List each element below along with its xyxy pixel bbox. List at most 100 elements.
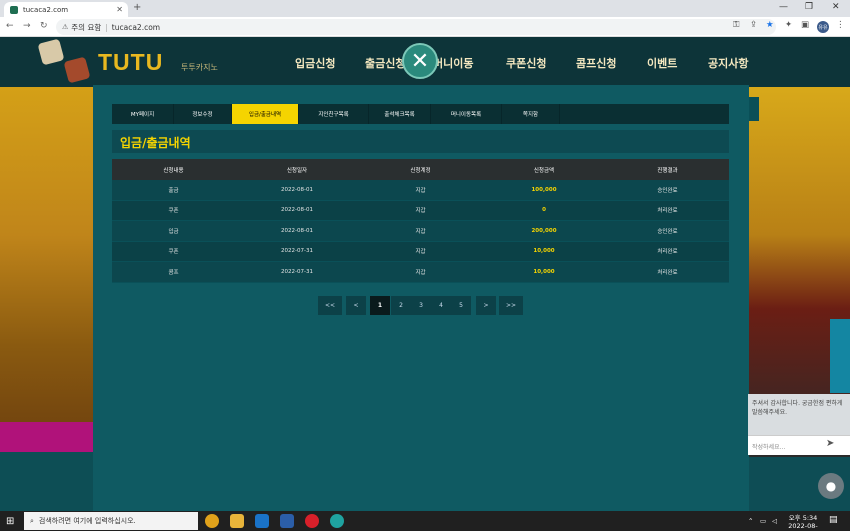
site-logo-sub: 투투카지노 <box>181 63 218 72</box>
table-cell: 지갑 <box>415 208 426 215</box>
table-cell-amount: 100,000 <box>531 186 557 193</box>
panel-side-tab <box>749 97 759 121</box>
search-placeholder: 검색하려면 여기에 입력하십시오. <box>38 517 136 525</box>
table-cell: 승인완료 <box>657 228 678 235</box>
table-cell: 승인완료 <box>657 187 678 194</box>
page-button-5[interactable]: 5 <box>451 296 471 315</box>
table-row: 쿠폰 2022-07-31 지갑 10,000 처리완료 <box>112 241 729 262</box>
column-header: 신청일자 <box>286 167 308 174</box>
left-bottom-bg <box>0 452 95 511</box>
store-icon[interactable] <box>280 514 294 528</box>
page-button-2[interactable]: 2 <box>391 296 411 315</box>
os-taskbar: ⊞ ⌕ 검색하려면 여기에 입력하십시오. ⌃ ▭ ◁ 오후 5:34 2022… <box>0 511 850 531</box>
table-cell: 지갑 <box>415 269 426 276</box>
table-cell: 쿠폰 <box>168 249 179 256</box>
bookmark-star-icon[interactable]: ★ <box>766 20 774 30</box>
edge-icon[interactable] <box>330 514 344 528</box>
browser-tabstrip: tucaca2.com ✕ + — ❐ ✕ <box>0 0 850 17</box>
windows-start-icon[interactable]: ⊞ <box>6 516 14 527</box>
share-icon[interactable]: ⇪ <box>750 20 757 30</box>
subtab-attendance[interactable]: 출석체크목록 <box>369 104 431 124</box>
send-icon[interactable]: ➤ <box>826 438 834 449</box>
table-cell: 처리완료 <box>657 269 678 276</box>
table-row: 콤프 2022-07-31 지갑 10,000 처리완료 <box>112 262 729 283</box>
chat-input[interactable]: 작성하세요... <box>748 435 850 455</box>
menu-icon[interactable]: ⋮ <box>836 20 845 30</box>
new-tab-button[interactable]: + <box>133 2 141 13</box>
nav-event[interactable]: 이벤트 <box>647 55 677 71</box>
file-explorer-icon[interactable] <box>230 514 244 528</box>
volume-icon[interactable]: ◁ <box>772 517 777 525</box>
subtab-friends[interactable]: 지인친구목록 <box>299 104 369 124</box>
subtab-messages[interactable]: 쪽지함 <box>502 104 560 124</box>
profile-avatar[interactable]: 유유 <box>817 21 829 33</box>
page-button-1[interactable]: 1 <box>370 296 390 315</box>
left-pink-strip <box>0 422 95 452</box>
opera-icon[interactable] <box>305 514 319 528</box>
subtab-transactions[interactable]: 입금/출금내역 <box>232 104 299 124</box>
table-cell: 지갑 <box>415 187 426 194</box>
url-text: tucaca2.com <box>111 22 161 32</box>
table-cell: 2022-07-31 <box>281 268 313 275</box>
tab-title: tucaca2.com <box>23 5 69 14</box>
page-next-button[interactable]: > <box>476 296 496 315</box>
page-button-4[interactable]: 4 <box>431 296 451 315</box>
subtab-money-transfer[interactable]: 머니이동목록 <box>431 104 502 124</box>
page-button-3[interactable]: 3 <box>411 296 431 315</box>
tab-close-icon[interactable]: ✕ <box>116 5 123 14</box>
nav-comp[interactable]: 콤프신청 <box>576 55 616 71</box>
table-cell: 2022-07-31 <box>281 248 313 255</box>
mail-icon[interactable] <box>255 514 269 528</box>
table-cell: 입금 <box>168 228 179 235</box>
search-icon: ⌕ <box>30 516 34 525</box>
warning-icon[interactable]: ⚠ <box>62 23 68 31</box>
column-header: 진행결과 <box>657 167 678 174</box>
chrome-icon[interactable] <box>205 514 219 528</box>
extensions-icon[interactable]: ✦ <box>785 20 792 30</box>
mypage-subnav: MY페이지 정보수정 입금/출금내역 지인친구목록 출석체크목록 머니이동목록 … <box>112 104 729 124</box>
support-avatar-icon[interactable]: ● <box>818 473 844 499</box>
dice-logo-icon <box>63 56 91 84</box>
nav-money-transfer[interactable]: 머니이동 <box>433 55 473 71</box>
notification-icon[interactable]: ▤ <box>829 516 838 525</box>
subtab-mypage[interactable]: MY페이지 <box>112 104 174 124</box>
subtab-edit-info[interactable]: 정보수정 <box>174 104 232 124</box>
table-cell: 지갑 <box>415 249 426 256</box>
key-icon[interactable]: ⚿ <box>733 20 739 30</box>
column-header: 신청금액 <box>533 167 555 174</box>
chat-side-tab[interactable] <box>830 319 850 393</box>
page-last-button[interactable]: >> <box>499 296 523 315</box>
clock-time: 오후 5:34 <box>788 514 818 522</box>
page-first-button[interactable]: << <box>318 296 342 315</box>
sidepanel-icon[interactable]: ▣ <box>801 20 809 30</box>
clock-date: 2022-08-01 <box>788 522 818 531</box>
back-icon[interactable]: ← <box>6 21 14 31</box>
left-banner-image <box>0 87 95 457</box>
table-cell: 콤프 <box>168 269 179 276</box>
address-bar[interactable]: ⚠ 주의 요함 | tucaca2.com <box>56 19 776 35</box>
reload-icon[interactable]: ↻ <box>40 21 48 31</box>
window-minimize-button[interactable]: — <box>779 2 788 12</box>
network-icon[interactable]: ▭ <box>760 517 766 525</box>
column-header: 신청계정 <box>410 167 431 174</box>
forward-icon[interactable]: → <box>23 21 31 31</box>
taskbar-search-input[interactable]: ⌕ 검색하려면 여기에 입력하십시오. <box>24 512 198 530</box>
nav-coupon[interactable]: 쿠폰신청 <box>506 55 546 71</box>
table-cell: 처리완료 <box>657 208 678 215</box>
nav-withdraw[interactable]: 출금신청 <box>365 55 405 71</box>
clock[interactable]: 오후 5:34 2022-08-01 <box>785 514 821 531</box>
window-close-button[interactable]: ✕ <box>832 2 840 12</box>
dice-logo-icon <box>37 38 65 66</box>
close-icon[interactable]: ✕ <box>402 43 438 79</box>
site-header: TUTU 투투카지노 입금신청 출금신청 머니이동 쿠폰신청 콤프신청 이벤트 … <box>0 37 850 87</box>
browser-toolbar: ← → ↻ ⚠ 주의 요함 | tucaca2.com ⚿ ⇪ ★ ✦ ▣ ⋮ <box>0 17 850 37</box>
table-cell-amount: 10,000 <box>533 268 555 275</box>
nav-deposit[interactable]: 입금신청 <box>295 55 335 71</box>
title-bar <box>112 130 729 153</box>
tray-chevron-icon[interactable]: ⌃ <box>748 517 753 525</box>
browser-tab[interactable]: tucaca2.com ✕ <box>4 2 128 17</box>
page-prev-button[interactable]: < <box>346 296 366 315</box>
nav-notice[interactable]: 공지사항 <box>708 55 748 71</box>
site-logo[interactable]: TUTU <box>98 49 163 76</box>
window-maximize-button[interactable]: ❐ <box>805 2 813 12</box>
